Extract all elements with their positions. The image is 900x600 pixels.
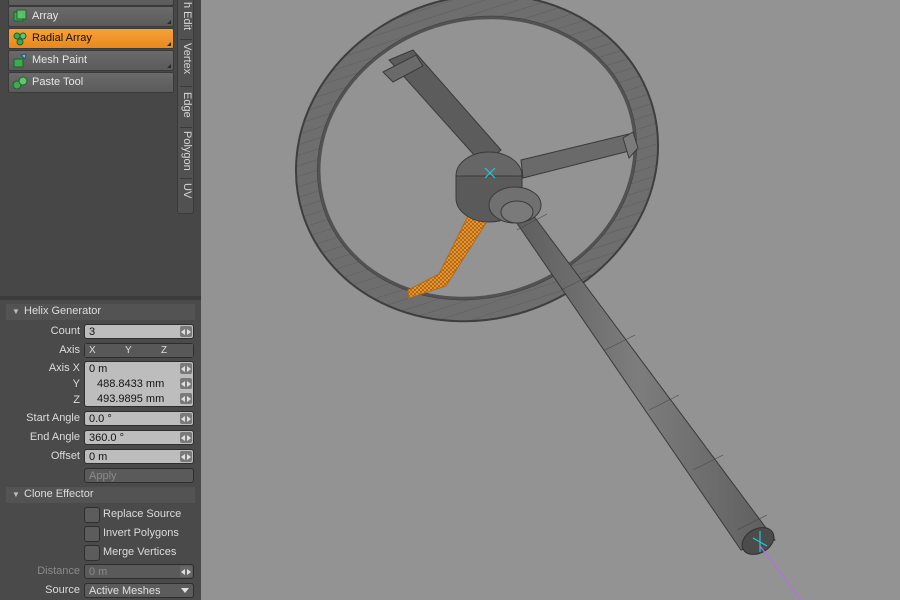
offset-stepper[interactable]: [180, 451, 192, 462]
flyout-corner: [167, 42, 171, 46]
tab-mesh-edit[interactable]: h Edit: [178, 2, 195, 38]
axis-y-value-label: Y: [72, 378, 80, 390]
end-angle-field[interactable]: 360.0 °: [84, 430, 194, 445]
axis-z-button[interactable]: Z: [157, 344, 193, 357]
merge-vertices-label: Merge Vertices: [103, 546, 177, 558]
invert-polygons-checkbox[interactable]: [84, 526, 100, 542]
tab-divider: [180, 127, 192, 128]
start-angle-stepper[interactable]: [180, 413, 192, 424]
tab-label: UV: [181, 183, 193, 199]
tool-properties: ▼ Helix Generator Count 3 Axis X Y Z Axi…: [0, 300, 201, 600]
source-dropdown[interactable]: Active Meshes: [84, 583, 194, 598]
start-angle-label: Start Angle: [26, 412, 80, 424]
radial-array-icon: [12, 31, 28, 47]
start-angle-value: 0.0 °: [89, 413, 112, 425]
distance-label: Distance: [37, 565, 80, 577]
tab-edge[interactable]: Edge: [178, 92, 195, 126]
mode-tabs: h Edit Vertex Edge Polygon UV: [177, 0, 194, 214]
axis-x-stepper[interactable]: [180, 363, 192, 374]
axis-x-label: X: [89, 345, 96, 356]
tab-label: Polygon: [181, 131, 193, 171]
axis-z-field[interactable]: 493.9895 mm: [85, 392, 193, 407]
axis-position-group: 0 m 488.8433 mm 493.9895 mm: [84, 361, 194, 407]
tab-label: Edge: [181, 92, 193, 118]
tool-item-array[interactable]: Array: [8, 6, 174, 27]
axis-x-label: Axis X: [48, 362, 80, 374]
end-angle-label: End Angle: [29, 431, 80, 443]
axis-z-label: Z: [161, 345, 168, 356]
axis-y-stepper[interactable]: [180, 378, 192, 389]
distance-value: 0 m: [89, 566, 108, 578]
chevron-down-icon: [181, 588, 189, 593]
tab-label: Vertex: [181, 43, 193, 75]
flyout-corner: [167, 64, 171, 68]
axis-x-button[interactable]: X: [85, 344, 122, 357]
axis-z-stepper[interactable]: [180, 393, 192, 404]
axis-line: [759, 545, 802, 600]
tool-item-radial-array[interactable]: Radial Array: [8, 28, 174, 49]
clone-effector-header[interactable]: ▼ Clone Effector: [6, 487, 195, 503]
invert-polygons-label: Invert Polygons: [103, 527, 179, 539]
end-angle-stepper[interactable]: [180, 432, 192, 443]
helix-generator-header[interactable]: ▼ Helix Generator: [6, 304, 195, 320]
3d-viewport[interactable]: [201, 0, 900, 600]
source-label: Source: [45, 584, 80, 596]
tool-panel: Array Radial Array Mesh Paint Paste Tool…: [0, 0, 201, 600]
section-title: Clone Effector: [24, 488, 94, 500]
start-angle-field[interactable]: 0.0 °: [84, 411, 194, 426]
tab-uv[interactable]: UV: [178, 183, 195, 209]
paste-tool-icon: [12, 75, 28, 91]
collapse-arrow-icon: ▼: [12, 307, 20, 316]
axis-y-button[interactable]: Y: [121, 344, 158, 357]
tool-label: Radial Array: [32, 32, 92, 44]
end-angle-value: 360.0 °: [89, 432, 124, 444]
tab-divider: [180, 39, 192, 40]
axis-selector: X Y Z: [84, 343, 194, 358]
offset-value: 0 m: [89, 451, 108, 463]
count-field[interactable]: 3: [84, 324, 194, 339]
tool-item-mesh-paint[interactable]: Mesh Paint: [8, 50, 174, 71]
replace-source-checkbox[interactable]: [84, 507, 100, 523]
steering-column: [499, 198, 776, 555]
axis-label: Axis: [59, 344, 80, 356]
axis-y-value: 488.8433 mm: [97, 378, 165, 390]
flyout-corner: [167, 20, 171, 24]
tab-vertex[interactable]: Vertex: [178, 43, 195, 85]
count-stepper[interactable]: [180, 326, 192, 337]
tool-label: Mesh Paint: [32, 54, 88, 66]
merge-vertices-checkbox[interactable]: [84, 545, 100, 561]
tab-polygon[interactable]: Polygon: [178, 131, 195, 177]
tab-divider: [180, 178, 192, 179]
scene-render: [294, 0, 802, 600]
offset-field[interactable]: 0 m: [84, 449, 194, 464]
distance-field[interactable]: 0 m: [84, 564, 194, 579]
section-title: Helix Generator: [24, 305, 102, 317]
tab-divider: [180, 86, 192, 87]
axis-y-field[interactable]: 488.8433 mm: [85, 377, 193, 392]
axis-y-label: Y: [125, 345, 132, 356]
tool-list: Array Radial Array Mesh Paint Paste Tool: [8, 0, 176, 94]
axis-x-field[interactable]: 0 m: [85, 362, 193, 377]
axis-z-value-label: Z: [73, 394, 80, 406]
apply-label: Apply: [89, 470, 117, 482]
mesh-paint-icon: [12, 53, 28, 69]
apply-button[interactable]: Apply: [84, 468, 194, 483]
collapse-arrow-icon: ▼: [12, 490, 20, 499]
array-tool-icon: [12, 9, 28, 25]
replace-source-label: Replace Source: [103, 508, 182, 520]
count-value: 3: [89, 326, 96, 338]
count-label: Count: [50, 325, 80, 337]
tool-label: Paste Tool: [32, 76, 84, 88]
tool-label: Array: [32, 10, 59, 22]
tab-label: h Edit: [181, 2, 193, 31]
tool-item-paste-tool[interactable]: Paste Tool: [8, 72, 174, 93]
axis-x-value: 0 m: [89, 363, 108, 375]
distance-stepper[interactable]: [180, 566, 192, 577]
source-value: Active Meshes: [89, 585, 161, 597]
axis-z-value: 493.9895 mm: [97, 393, 165, 405]
offset-label: Offset: [50, 450, 80, 462]
spoke-right: [520, 131, 639, 179]
spoke-upper-left: [382, 49, 502, 167]
